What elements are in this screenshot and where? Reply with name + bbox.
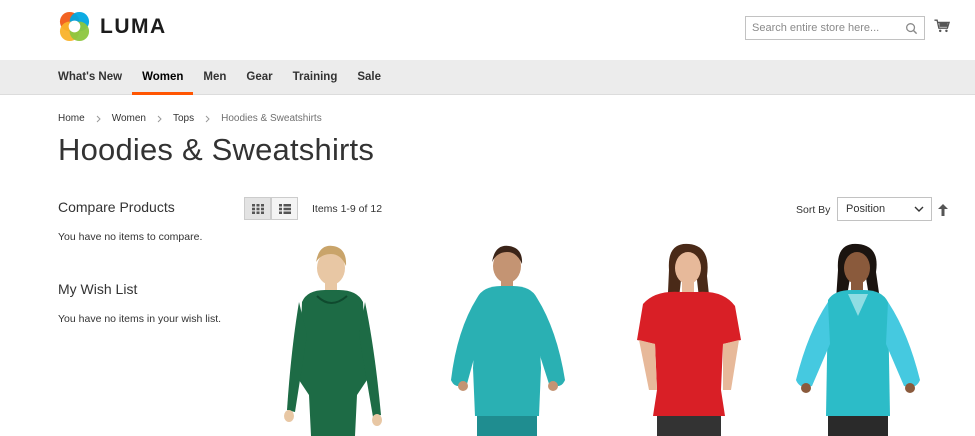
product-item[interactable] bbox=[443, 240, 573, 436]
nav-item-gear[interactable]: Gear bbox=[236, 60, 282, 95]
compare-products-title: Compare Products bbox=[58, 199, 175, 215]
items-count: Items 1-9 of 12 bbox=[312, 203, 383, 215]
sort-direction-arrow-icon[interactable] bbox=[938, 204, 948, 216]
nav-item-men[interactable]: Men bbox=[193, 60, 236, 95]
wish-list-text: You have no items in your wish list. bbox=[58, 313, 222, 325]
search-input[interactable] bbox=[752, 22, 902, 34]
breadcrumb-tops[interactable]: Tops bbox=[173, 113, 194, 124]
sort-by-value: Position bbox=[846, 203, 886, 215]
main-navigation: What's New Women Men Gear Training Sale bbox=[0, 60, 975, 95]
luma-logo-icon bbox=[59, 11, 90, 42]
chevron-down-icon bbox=[914, 206, 924, 212]
product-image-teal-hoodie[interactable] bbox=[443, 240, 573, 436]
list-icon bbox=[278, 203, 291, 214]
logo[interactable]: LUMA bbox=[58, 10, 167, 43]
grid-icon bbox=[251, 203, 264, 214]
breadcrumb: Home Women Tops Hoodies & Sweatshirts bbox=[58, 113, 322, 124]
nav-item-sale[interactable]: Sale bbox=[347, 60, 391, 95]
breadcrumb-home[interactable]: Home bbox=[58, 113, 85, 124]
compare-products-text: You have no items to compare. bbox=[58, 231, 203, 243]
sort-by-select[interactable]: Position bbox=[837, 197, 932, 221]
brand-name: LUMA bbox=[100, 14, 167, 38]
list-view-button[interactable] bbox=[271, 197, 298, 220]
product-image-cyan-sweatshirt[interactable] bbox=[792, 240, 922, 436]
search-box[interactable] bbox=[745, 16, 925, 40]
chevron-right-icon bbox=[96, 115, 101, 122]
search-icon[interactable] bbox=[905, 22, 918, 35]
product-item[interactable] bbox=[625, 240, 755, 436]
breadcrumb-women[interactable]: Women bbox=[112, 113, 146, 124]
nav-item-training[interactable]: Training bbox=[283, 60, 348, 95]
wish-list-title: My Wish List bbox=[58, 281, 138, 297]
chevron-right-icon bbox=[205, 115, 210, 122]
site-header: LUMA bbox=[0, 0, 975, 60]
product-image-red-top[interactable] bbox=[625, 240, 755, 436]
nav-item-women[interactable]: Women bbox=[132, 60, 194, 95]
grid-view-button[interactable] bbox=[244, 197, 271, 220]
page-title: Hoodies & Sweatshirts bbox=[58, 132, 375, 167]
nav-item-whats-new[interactable]: What's New bbox=[48, 60, 132, 95]
product-image-green-hoodie[interactable] bbox=[277, 240, 407, 436]
product-item[interactable] bbox=[277, 240, 407, 436]
chevron-right-icon bbox=[157, 115, 162, 122]
sort-by-label: Sort By bbox=[796, 204, 831, 216]
breadcrumb-current: Hoodies & Sweatshirts bbox=[221, 113, 322, 124]
product-item[interactable] bbox=[792, 240, 922, 436]
cart-icon[interactable] bbox=[934, 18, 950, 34]
